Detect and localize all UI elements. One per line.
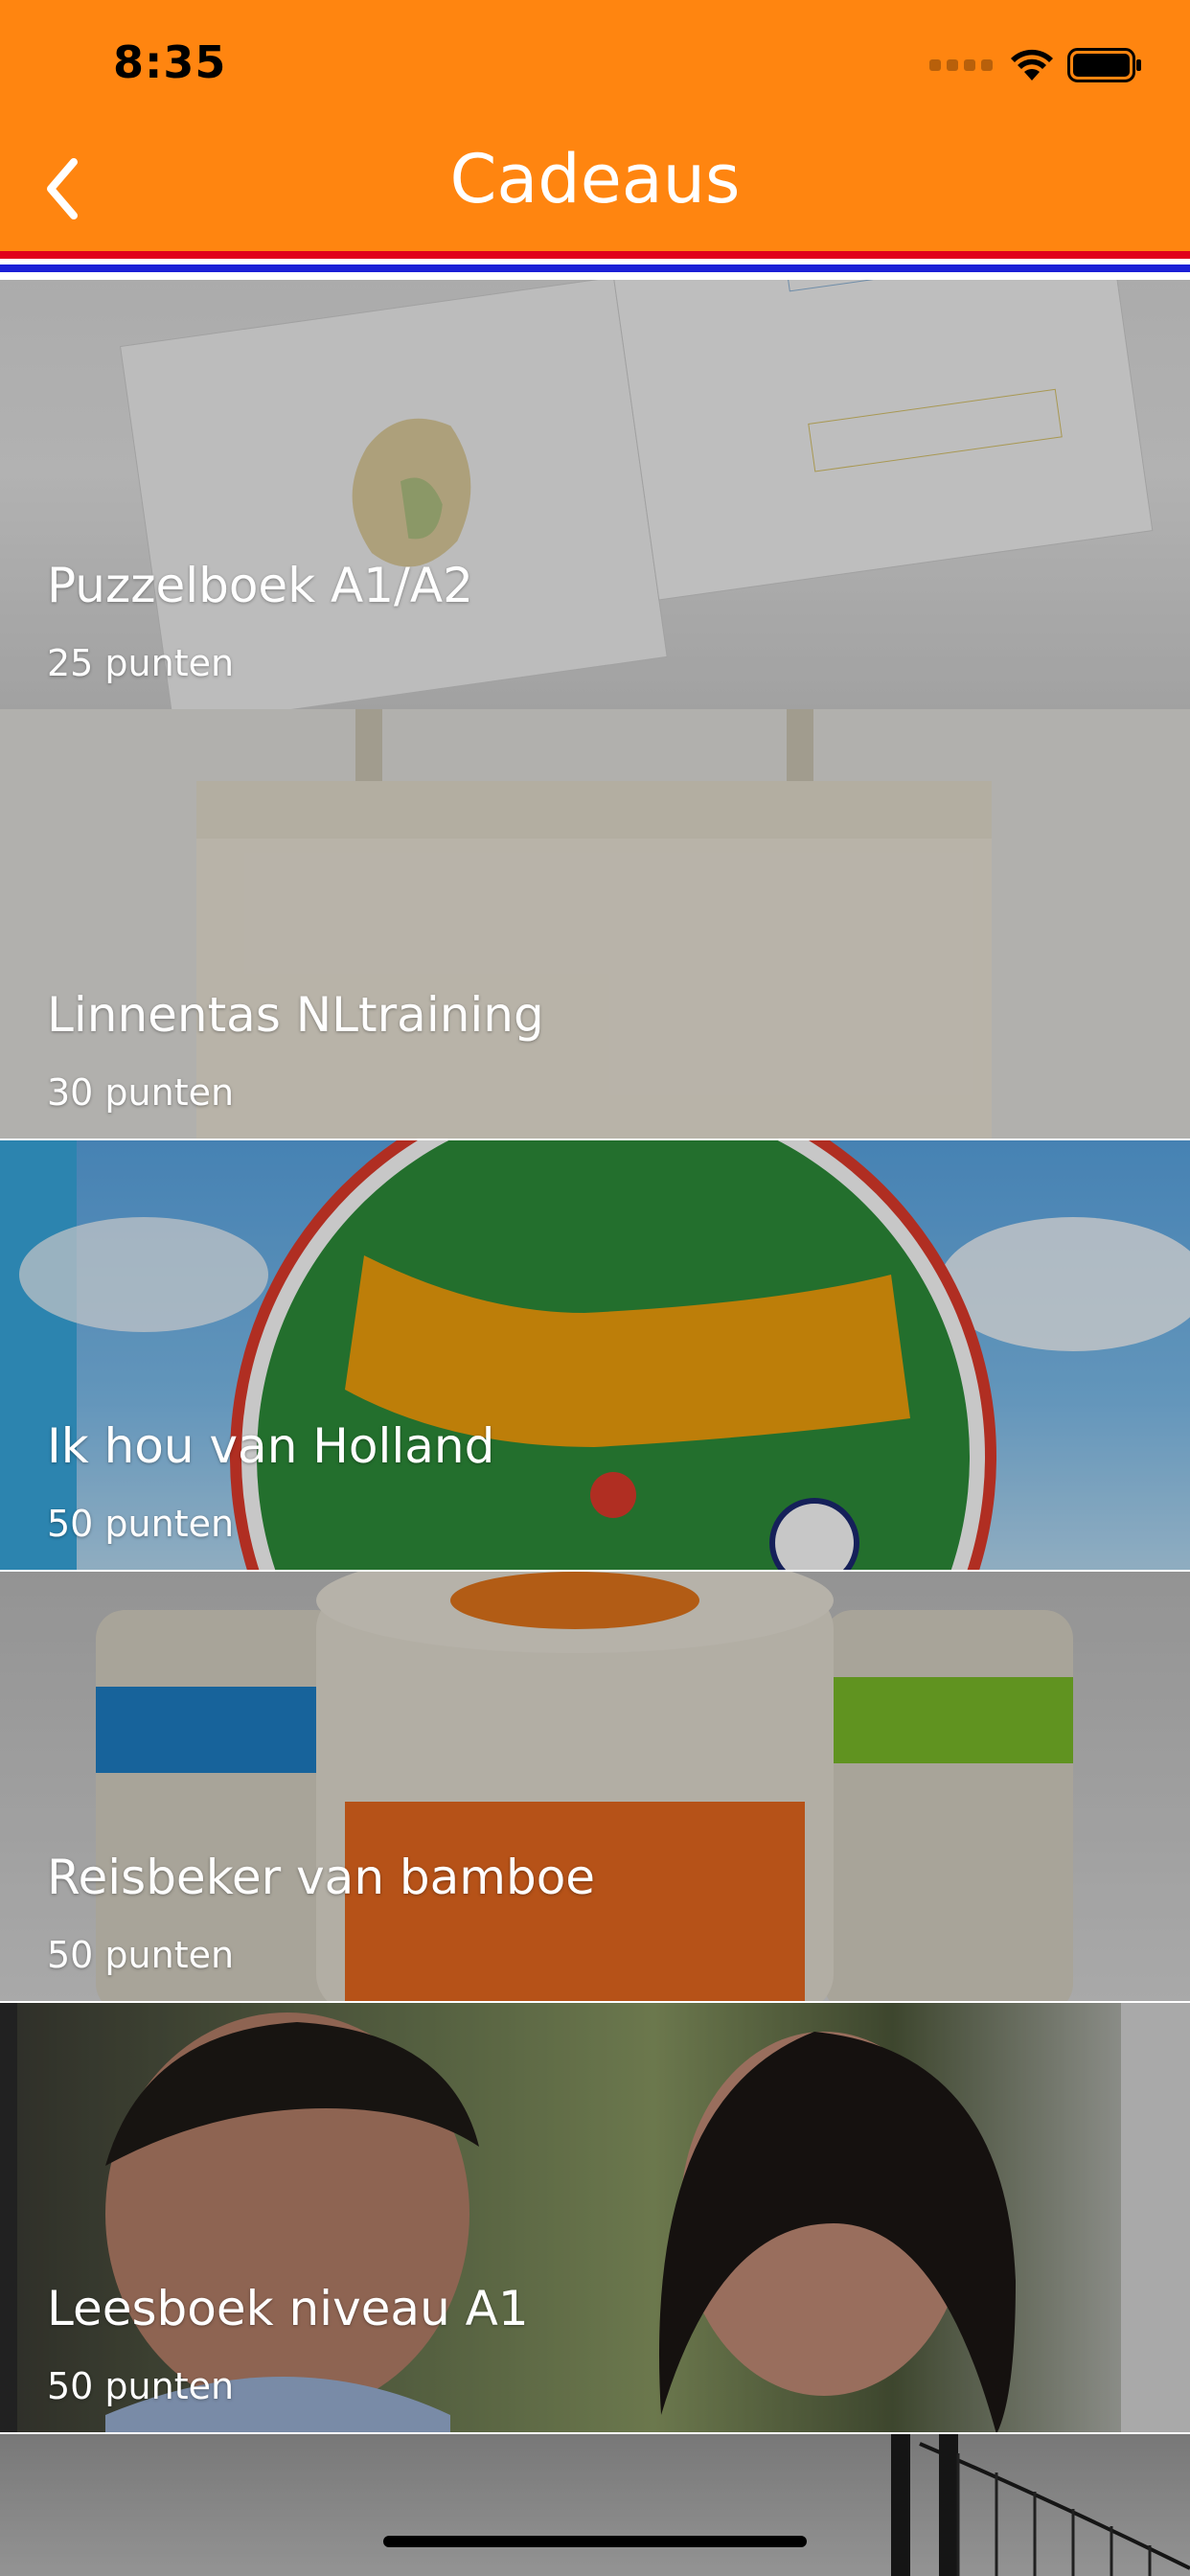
gift-card[interactable]: Reisbeker van bamboe 50 punten <box>0 1572 1190 2001</box>
gift-name: Linnentas NLtraining <box>47 987 544 1043</box>
gift-card[interactable]: Leesboek niveau A1 50 punten <box>0 2003 1190 2432</box>
status-time: 8:35 <box>113 36 227 88</box>
cellular-signal-icon <box>929 59 993 71</box>
dutch-flag-stripe <box>0 251 1190 280</box>
status-icons <box>929 42 1144 88</box>
gift-points: 50 punten <box>47 1934 235 1976</box>
gift-card[interactable]: Linnentas NLtraining 30 punten <box>0 709 1190 1138</box>
app-header: 8:35 Cadeaus <box>0 0 1190 251</box>
gift-points: 30 punten <box>47 1071 235 1114</box>
gift-card[interactable] <box>0 2434 1190 2576</box>
home-indicator <box>383 2536 807 2547</box>
gift-card[interactable]: Puzzelboek A1/A2 25 punten <box>0 280 1190 709</box>
gift-points: 50 punten <box>47 2365 235 2407</box>
gift-name: Reisbeker van bamboe <box>47 1850 596 1905</box>
page-title: Cadeaus <box>449 140 741 218</box>
gift-points: 25 punten <box>47 642 235 684</box>
gift-name: Puzzelboek A1/A2 <box>47 558 473 613</box>
wifi-icon <box>1011 49 1053 80</box>
gift-name: Leesboek niveau A1 <box>47 2281 529 2336</box>
gift-points: 50 punten <box>47 1503 235 1545</box>
gift-name: Ik hou van Holland <box>47 1418 495 1474</box>
gift-card[interactable]: Ik hou van Holland 50 punten <box>0 1140 1190 1570</box>
battery-icon <box>1067 48 1141 82</box>
